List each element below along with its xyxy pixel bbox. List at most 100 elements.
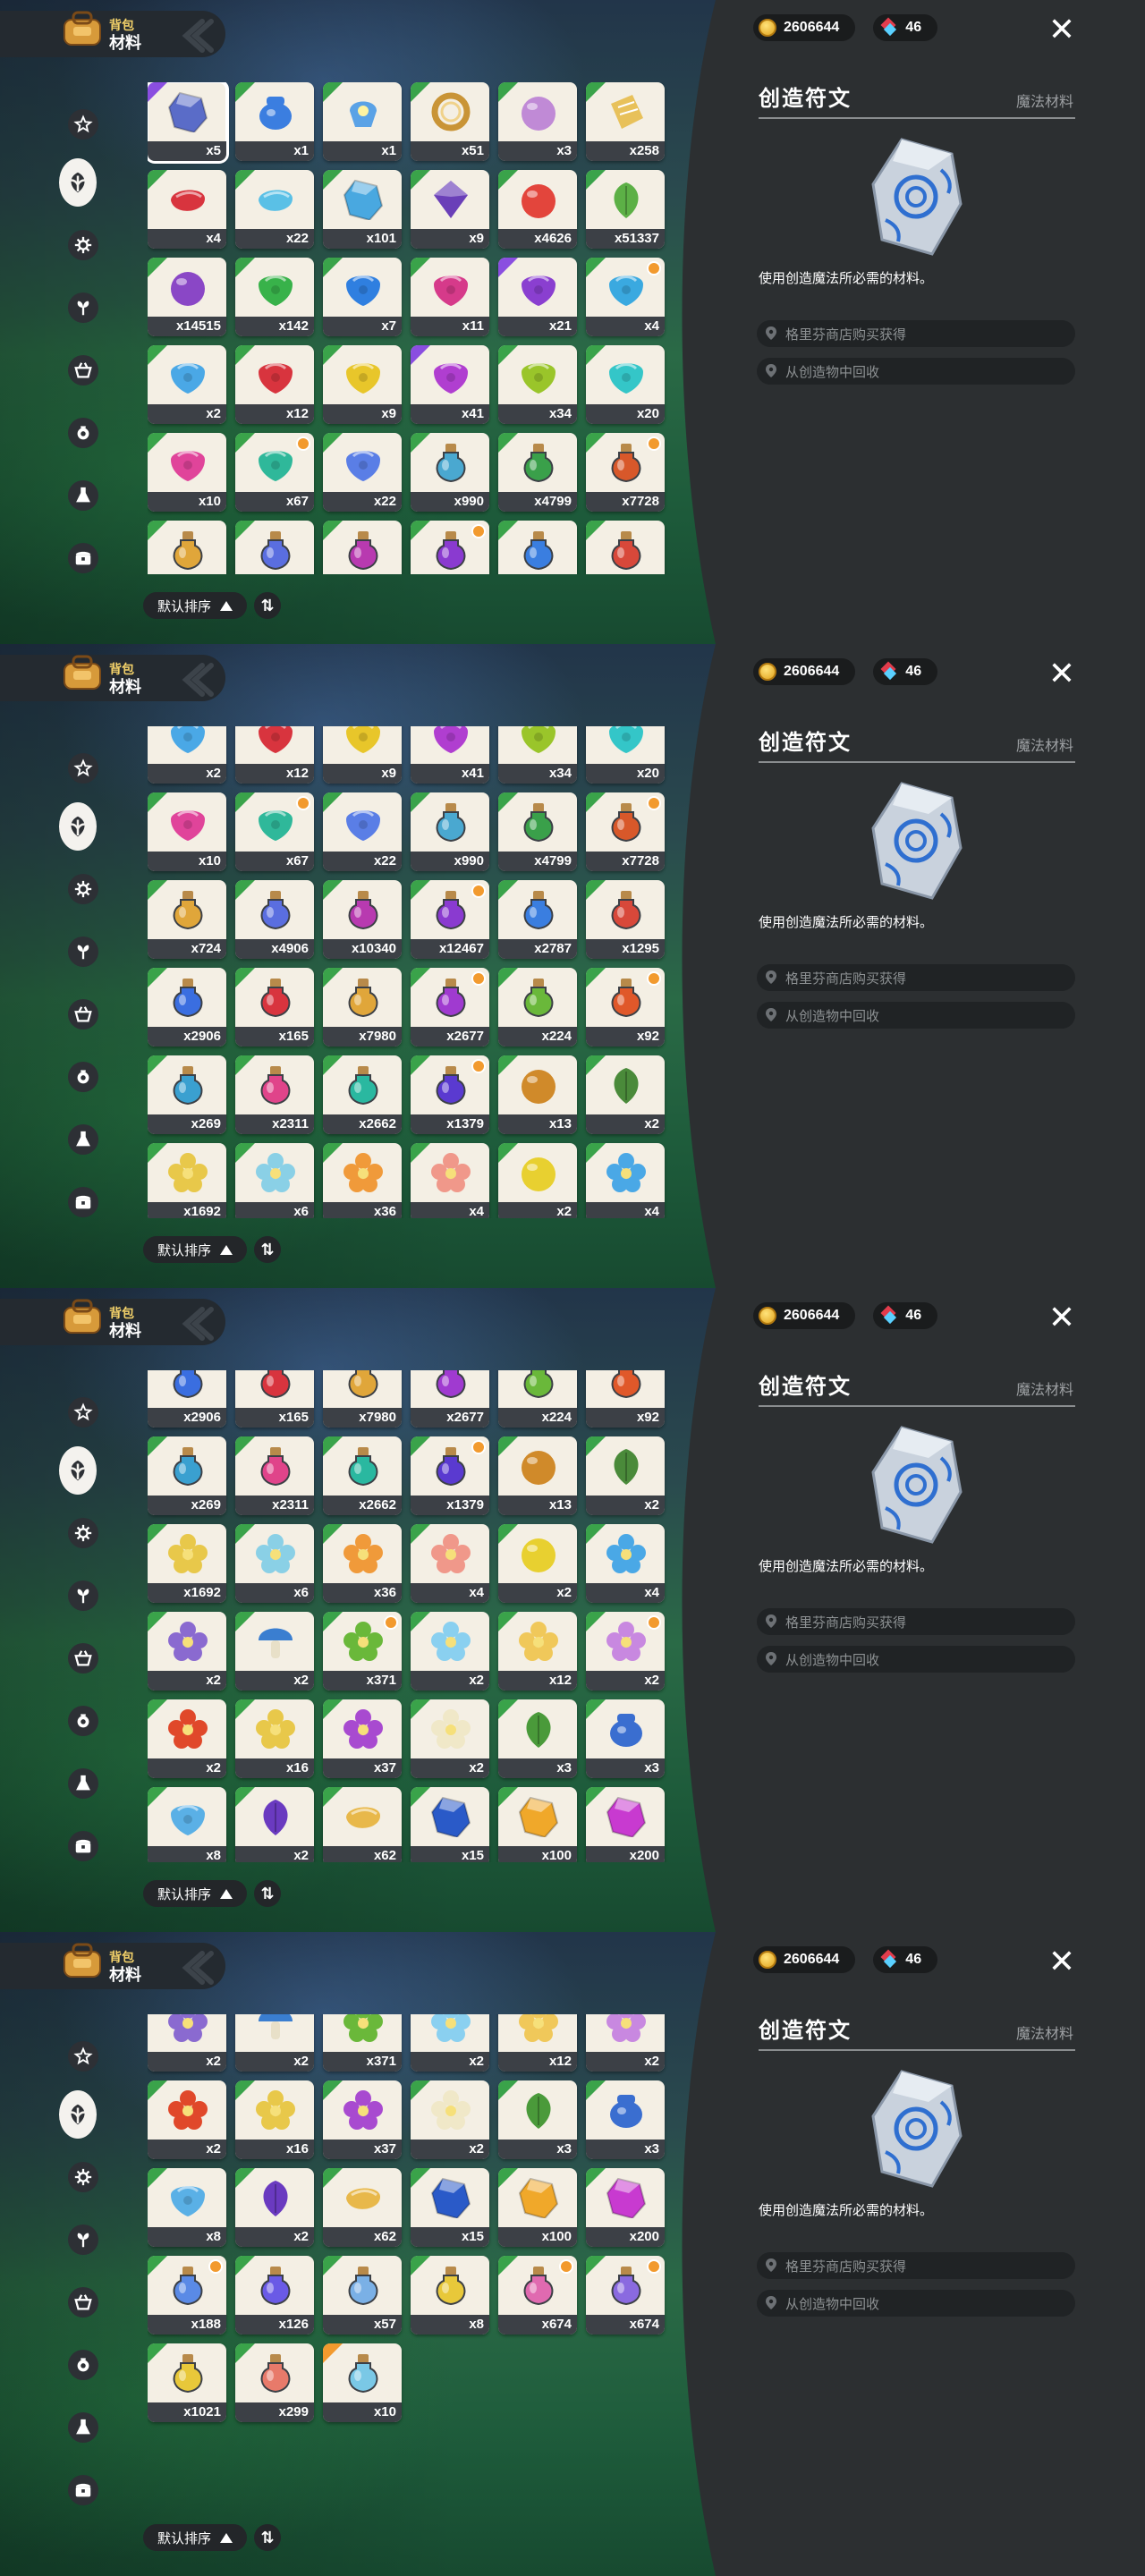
item-slot[interactable]: x10340 [323,521,402,574]
tab-furniture[interactable] [64,2284,102,2321]
item-slot[interactable]: x2 [148,726,226,784]
item-slot[interactable]: x258 [586,82,665,161]
item-slot[interactable]: x5 [148,82,229,164]
item-grid[interactable]: x5x1x1x51x3x258x4x22x101x9x4626x51337x14… [148,1370,672,1862]
item-slot[interactable]: x200 [586,1786,665,1862]
tab-materials[interactable] [59,158,97,207]
tab-misc[interactable] [64,106,102,143]
item-slot[interactable]: x1692 [148,1523,226,1603]
item-slot[interactable]: x7728 [586,792,665,871]
tab-ingredients[interactable] [64,414,102,452]
item-slot[interactable]: x14515 [148,258,226,336]
item-slot[interactable]: x92 [586,967,665,1046]
item-slot[interactable]: x2 [411,1611,489,1690]
item-slot[interactable]: x4 [586,258,665,336]
tab-gear[interactable] [64,1514,102,1552]
tab-materials[interactable] [59,802,97,851]
sort-button[interactable]: 默认排序 [143,1880,247,1907]
item-slot[interactable]: x2 [586,1055,665,1134]
item-slot[interactable]: x2311 [235,1055,314,1134]
item-slot[interactable]: x2906 [148,1370,226,1428]
item-slot[interactable]: x12467 [411,521,489,574]
tab-gear[interactable] [64,870,102,908]
sort-direction-button[interactable]: ⇅ [254,2524,281,2551]
item-slot[interactable]: x724 [148,521,226,574]
item-slot[interactable]: x1295 [586,879,665,959]
item-slot[interactable]: x4 [586,1523,665,1603]
item-slot[interactable]: x101 [323,170,402,249]
item-slot[interactable]: x13 [498,1436,577,1515]
item-slot[interactable]: x9 [323,726,402,784]
tab-treasure[interactable] [64,539,102,577]
tab-treasure[interactable] [64,1183,102,1221]
item-slot[interactable]: x34 [498,345,577,424]
item-slot[interactable]: x37 [323,1699,402,1778]
tab-gear[interactable] [64,226,102,264]
tab-plants[interactable] [64,1577,102,1614]
tab-consumables[interactable] [64,1765,102,1802]
item-slot[interactable]: x41 [411,726,489,784]
item-slot[interactable]: x126 [235,2255,314,2334]
tab-plants[interactable] [64,289,102,326]
tab-misc[interactable] [64,1394,102,1431]
item-slot[interactable]: x4799 [498,433,577,512]
item-slot[interactable]: x22 [323,792,402,871]
item-slot[interactable]: x67 [235,433,314,512]
item-slot[interactable]: x2 [498,1523,577,1603]
item-slot[interactable]: x6 [235,1523,314,1603]
item-slot[interactable]: x188 [148,2255,226,2334]
item-slot[interactable]: x4906 [235,879,314,959]
item-slot[interactable]: x100 [498,1786,577,1862]
sort-direction-button[interactable]: ⇅ [254,592,281,619]
item-slot[interactable]: x371 [323,2014,402,2072]
item-grid[interactable]: x5x1x1x51x3x258x4x22x101x9x4626x51337x14… [148,82,672,574]
item-slot[interactable]: x1 [235,82,314,161]
item-slot[interactable]: x165 [235,1370,314,1428]
item-slot[interactable]: x2 [148,345,226,424]
tab-ingredients[interactable] [64,2346,102,2384]
item-slot[interactable]: x12 [235,726,314,784]
item-slot[interactable]: x34 [498,726,577,784]
item-slot[interactable]: x990 [411,792,489,871]
item-slot[interactable]: x1692 [148,1142,226,1218]
tab-gear[interactable] [64,2158,102,2196]
tab-materials[interactable] [59,1446,97,1495]
item-slot[interactable]: x674 [586,2255,665,2334]
item-slot[interactable]: x2 [148,1611,226,1690]
item-slot[interactable]: x20 [586,345,665,424]
item-slot[interactable]: x7980 [323,967,402,1046]
item-slot[interactable]: x9 [323,345,402,424]
item-slot[interactable]: x15 [411,1786,489,1862]
close-icon[interactable]: ✕ [1047,13,1077,47]
item-slot[interactable]: x2 [235,2014,314,2072]
item-slot[interactable]: x10 [148,433,226,512]
item-slot[interactable]: x2787 [498,521,577,574]
item-slot[interactable]: x224 [498,967,577,1046]
item-slot[interactable]: x165 [235,967,314,1046]
item-slot[interactable]: x22 [323,433,402,512]
item-slot[interactable]: x990 [411,433,489,512]
item-slot[interactable]: x41 [411,345,489,424]
item-slot[interactable]: x1379 [411,1055,489,1134]
item-slot[interactable]: x51337 [586,170,665,249]
close-icon[interactable]: ✕ [1047,1301,1077,1335]
item-slot[interactable]: x7 [323,258,402,336]
tab-ingredients[interactable] [64,1058,102,1096]
item-slot[interactable]: x2677 [411,967,489,1046]
item-slot[interactable]: x51 [411,82,489,161]
item-slot[interactable]: x3 [498,82,577,161]
item-slot[interactable]: x2 [148,2080,226,2159]
item-slot[interactable]: x1295 [586,521,665,574]
item-slot[interactable]: x674 [498,2255,577,2334]
item-slot[interactable]: x2 [586,1436,665,1515]
item-slot[interactable]: x10 [323,2343,402,2422]
item-slot[interactable]: x20 [586,726,665,784]
item-slot[interactable]: x7980 [323,1370,402,1428]
item-slot[interactable]: x4626 [498,170,577,249]
item-slot[interactable]: x13 [498,1055,577,1134]
sort-button[interactable]: 默认排序 [143,1236,247,1263]
item-slot[interactable]: x269 [148,1436,226,1515]
item-slot[interactable]: x1021 [148,2343,226,2422]
item-slot[interactable]: x299 [235,2343,314,2422]
item-slot[interactable]: x1379 [411,1436,489,1515]
